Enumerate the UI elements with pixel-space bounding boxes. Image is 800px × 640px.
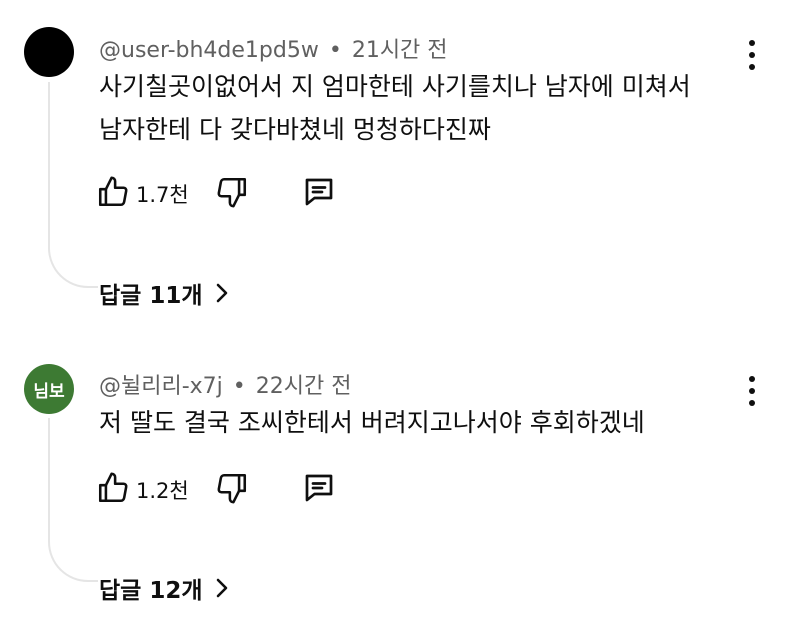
replies-label: 답글 11개 [99,283,203,309]
comment-text-line: 사기칠곳이없어서 지 엄마한테 사기를치나 남자에 미쳐서 [99,72,691,101]
more-options-icon[interactable] [742,376,762,406]
like-count: 1.2천 [136,479,189,503]
chevron-right-icon [216,578,227,598]
dislike-icon [215,471,249,509]
like-icon [96,471,130,509]
reply-icon [301,174,337,214]
dislike-button[interactable] [215,471,249,509]
avatar[interactable]: 님보 [24,364,74,414]
comment-text: 사기칠곳이없어서 지 엄마한테 사기를치나 남자에 미쳐서 남자한테 다 갖다바… [99,68,739,149]
comment-text: 저 딸도 결국 조씨한테서 버려지고나서야 후회하겠네 [99,404,739,442]
avatar[interactable] [24,27,74,77]
dislike-button[interactable] [215,175,249,213]
reply-button[interactable] [301,174,337,214]
action-bar: 1.2천 [96,470,337,510]
dislike-icon [215,175,249,213]
action-bar: 1.7천 [96,174,337,214]
like-count: 1.7천 [136,183,189,207]
more-options-icon[interactable] [742,40,762,70]
chevron-right-icon [216,283,227,303]
thread-line [48,418,98,582]
meta-separator: • [328,38,342,63]
timestamp[interactable]: 22시간 전 [256,374,352,399]
author-name[interactable]: @뉠리리-x7j [99,374,223,399]
comment-meta: @user-bh4de1pd5w • 21시간 전 [99,32,448,64]
comment-meta: @뉠리리-x7j • 22시간 전 [99,368,352,400]
thread-line [48,82,98,288]
meta-separator: • [232,374,246,399]
like-button[interactable]: 1.2천 [96,471,215,509]
replies-label: 답글 12개 [99,578,203,604]
like-button[interactable]: 1.7천 [96,175,215,213]
reply-icon [301,470,337,510]
comment-text-line: 저 딸도 결국 조씨한테서 버려지고나서야 후회하겠네 [99,408,645,437]
comment-text-line: 남자한테 다 갖다바쳤네 멍청하다진짜 [99,115,491,144]
replies-button[interactable]: 답글 11개 [99,276,229,310]
reply-button[interactable] [301,470,337,510]
replies-button[interactable]: 답글 12개 [99,571,229,605]
like-icon [96,175,130,213]
timestamp[interactable]: 21시간 전 [352,38,448,63]
author-name[interactable]: @user-bh4de1pd5w [99,38,319,63]
